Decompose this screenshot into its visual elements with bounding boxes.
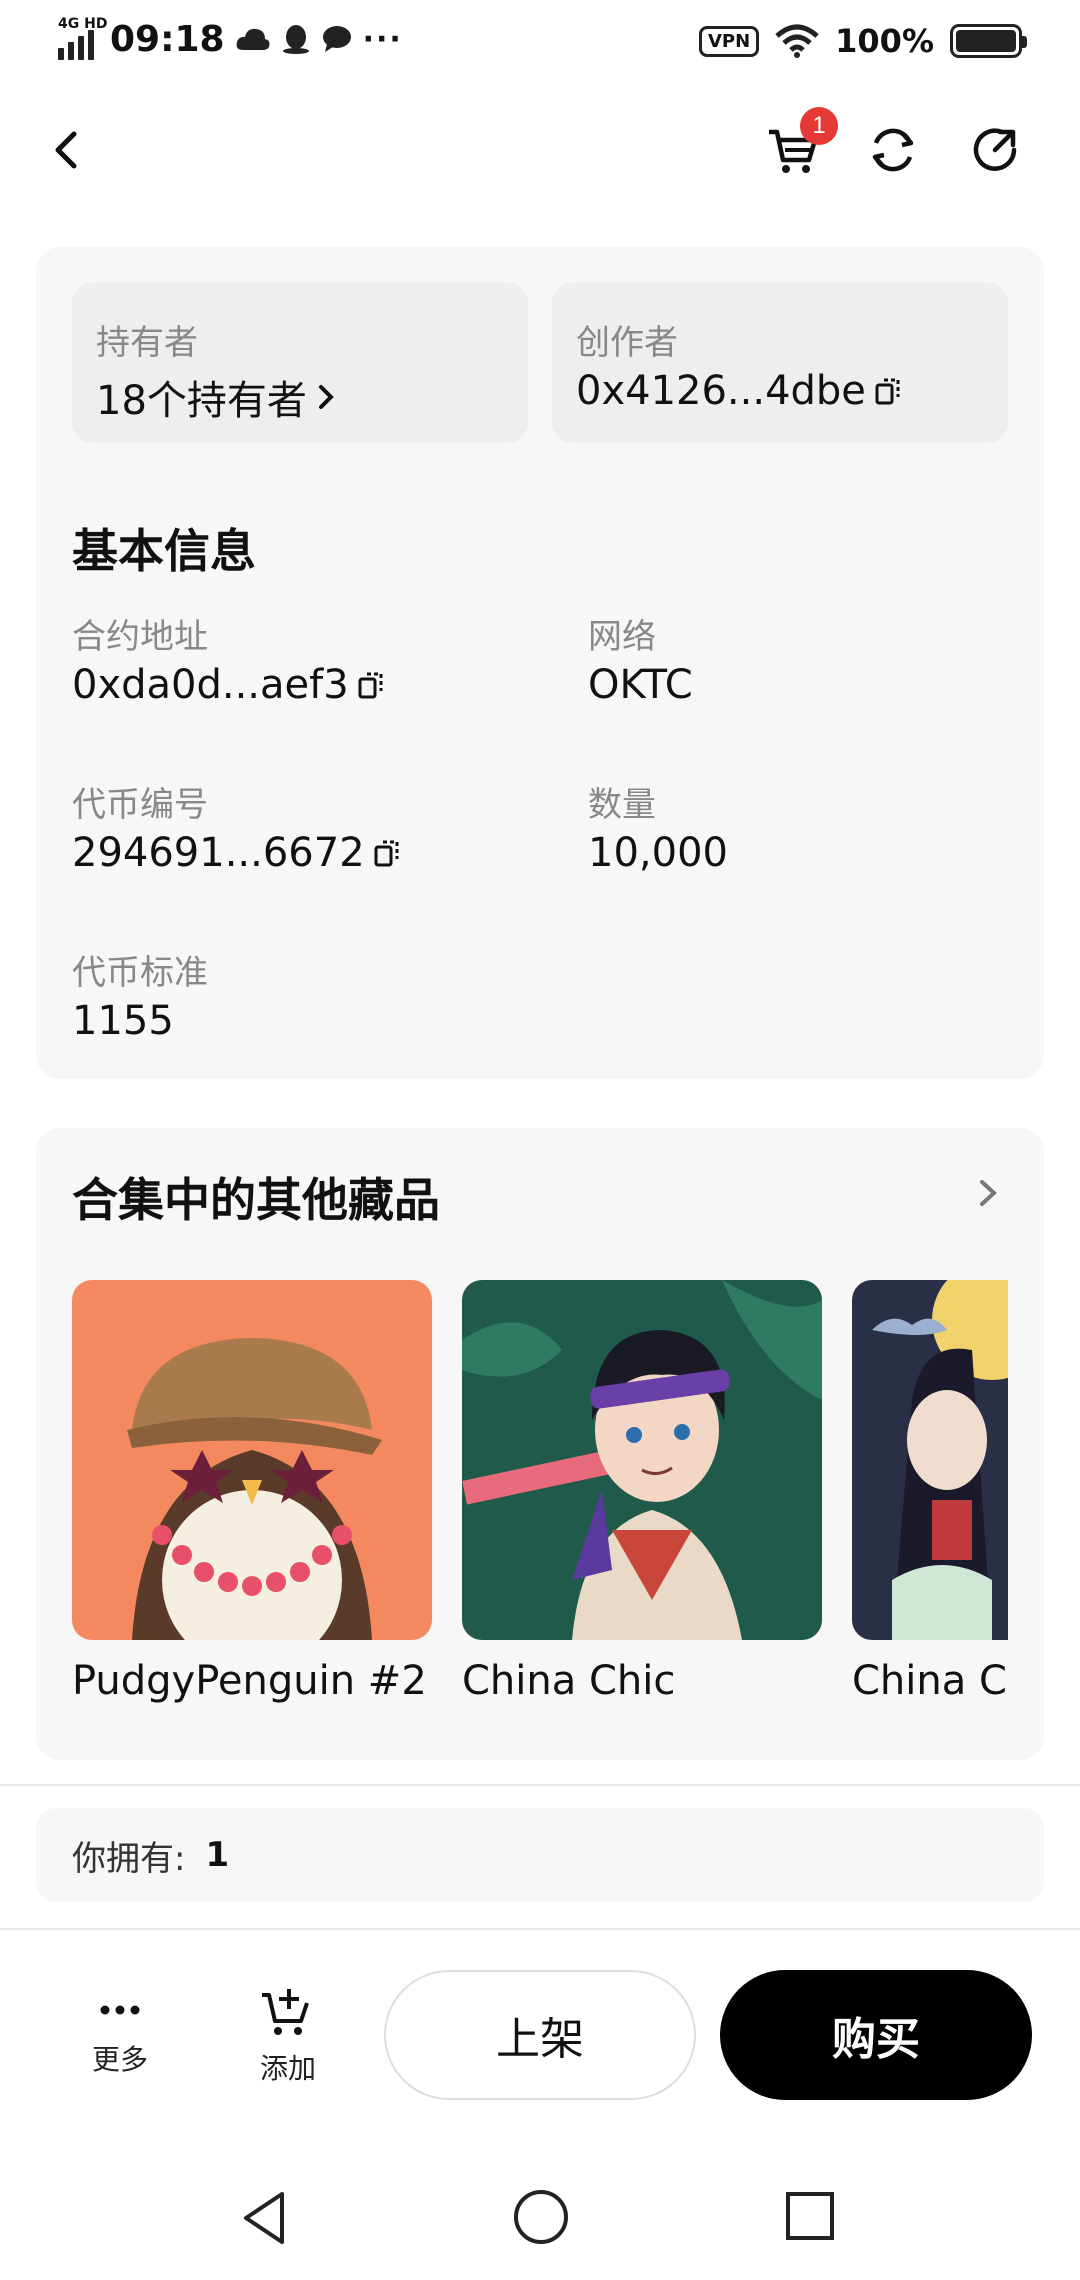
collection-card: 合集中的其他藏品 PudgyPenguin #2 China Chic Chin… <box>36 1128 1044 1760</box>
copy-icon[interactable] <box>874 375 904 407</box>
buy-button[interactable]: 购买 <box>720 1970 1032 2100</box>
qq-icon <box>282 25 309 54</box>
divider <box>0 1928 1080 1930</box>
ownership-bar: 你拥有: 1 <box>36 1808 1044 1902</box>
china-chic-image <box>852 1280 1008 1640</box>
token-standard-label: 代币标准 <box>72 953 208 993</box>
quantity-value: 10,000 <box>588 830 728 876</box>
token-standard-field: 代币标准 1155 <box>72 945 208 1044</box>
creator-address: 0x4126...4dbe <box>576 368 866 414</box>
more-button[interactable]: 更多 <box>60 1990 180 2078</box>
message-icon <box>322 26 351 52</box>
cloud-icon <box>236 28 270 50</box>
contract-address-label: 合约地址 <box>72 617 208 657</box>
clock: 09:18 <box>110 18 225 60</box>
nft-thumbnail <box>462 1280 822 1640</box>
quantity-field: 数量 10,000 <box>588 777 728 876</box>
wifi-icon <box>775 24 819 58</box>
vpn-icon: VPN <box>698 25 760 57</box>
collection-item-name: China Chic <box>852 1658 1008 1704</box>
collection-item[interactable]: China Chic <box>462 1280 822 1704</box>
creator-label: 创作者 <box>576 323 678 363</box>
ownership-count: 1 <box>205 1835 230 1875</box>
holders-label: 持有者 <box>96 323 198 363</box>
nav-recents-icon[interactable] <box>784 2190 836 2242</box>
more-notifications: ··· <box>362 21 403 57</box>
network-type: 4G HD <box>58 16 108 32</box>
nav-back-icon[interactable] <box>238 2188 292 2248</box>
collection-more-button[interactable] <box>968 1168 1008 1218</box>
add-to-cart-button[interactable]: 添加 <box>228 1985 348 2087</box>
creator-pill: 创作者 0x4126...4dbe <box>552 283 1008 443</box>
collection-item[interactable]: PudgyPenguin #2 <box>72 1280 432 1704</box>
collection-item[interactable]: China Chic <box>852 1280 1008 1704</box>
collection-title: 合集中的其他藏品 <box>72 1173 440 1227</box>
copy-icon[interactable] <box>373 837 403 869</box>
ownership-label: 你拥有: <box>72 1838 186 1879</box>
top-bar: 1 <box>0 107 1080 190</box>
back-button[interactable] <box>40 120 100 180</box>
share-button[interactable] <box>960 115 1030 185</box>
network-label: 网络 <box>588 617 656 657</box>
contract-address-value: 0xda0d...aef3 <box>72 662 349 708</box>
status-bar: 4G HD 09:18 ··· VPN 100% <box>0 0 1080 84</box>
refresh-button[interactable] <box>858 115 928 185</box>
cart-add-icon <box>262 1989 309 2035</box>
network-value: OKTC <box>588 662 693 708</box>
china-chic-image <box>462 1280 822 1640</box>
network-field: 网络 OKTC <box>588 609 693 708</box>
list-for-sale-button[interactable]: 上架 <box>384 1970 696 2100</box>
quantity-label: 数量 <box>588 785 656 825</box>
nft-thumbnail <box>852 1280 1008 1640</box>
more-label: 更多 <box>91 2043 148 2076</box>
nft-info-card: 持有者 18个持有者 创作者 0x4126...4dbe 基本信息 合约地址 0… <box>36 247 1044 1079</box>
add-label: 添加 <box>259 2052 316 2085</box>
refresh-icon <box>872 128 914 172</box>
basic-info-title: 基本信息 <box>72 524 256 578</box>
token-id-value: 294691...6672 <box>72 830 365 876</box>
holders-count: 18个持有者 <box>96 378 307 424</box>
nft-thumbnail <box>72 1280 432 1640</box>
contract-address-field: 合约地址 0xda0d...aef3 <box>72 609 387 708</box>
cart-badge: 1 <box>800 107 838 145</box>
more-dots-icon <box>100 2005 140 2015</box>
signal-icon <box>58 30 94 60</box>
copy-icon[interactable] <box>357 669 387 701</box>
divider <box>0 1784 1080 1786</box>
share-icon <box>973 128 1017 171</box>
chevron-right-icon <box>980 1180 997 1206</box>
collection-item-name: PudgyPenguin #2 <box>72 1658 427 1704</box>
collection-item-name: China Chic <box>462 1658 676 1704</box>
back-arrow-icon <box>55 131 77 169</box>
nav-home-icon[interactable] <box>512 2188 570 2246</box>
chevron-right-icon <box>318 385 334 409</box>
token-id-field: 代币编号 294691...6672 <box>72 777 403 876</box>
penguin-image <box>72 1280 432 1640</box>
token-id-label: 代币编号 <box>72 785 208 825</box>
battery-percent: 100% <box>835 22 934 60</box>
cart-button[interactable]: 1 <box>758 107 838 185</box>
token-standard-value: 1155 <box>72 998 174 1044</box>
holders-pill[interactable]: 持有者 18个持有者 <box>72 283 528 443</box>
collection-carousel[interactable]: PudgyPenguin #2 China Chic China C <box>72 1280 1008 1710</box>
battery-icon <box>950 24 1027 58</box>
system-nav-bar <box>0 2180 1080 2260</box>
